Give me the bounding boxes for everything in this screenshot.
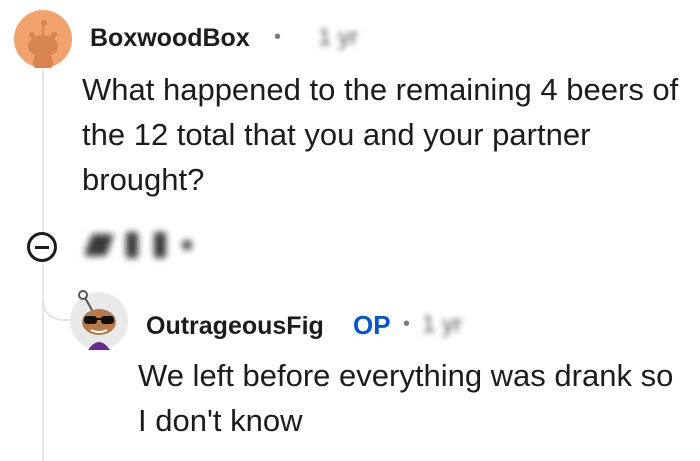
snoo-sunglasses-avatar-icon xyxy=(70,290,128,350)
user-avatar[interactable] xyxy=(14,10,72,72)
thread-line-main[interactable] xyxy=(42,70,44,461)
upvote-icon[interactable] xyxy=(83,234,115,256)
reply-meta-separator: • xyxy=(403,313,411,335)
meta-separator: • xyxy=(274,26,282,48)
snoo-avatar-icon xyxy=(14,10,72,72)
reply-user-avatar[interactable] xyxy=(70,290,128,350)
comment-username[interactable]: BoxwoodBox xyxy=(90,24,250,53)
vote-count xyxy=(126,232,138,258)
comment-body: What happened to the remaining 4 beers o… xyxy=(82,72,679,197)
comment-actions[interactable] xyxy=(83,232,192,258)
op-badge: OP xyxy=(353,310,391,340)
reply-username[interactable]: OutrageousFig xyxy=(146,312,324,341)
more-options-icon[interactable] xyxy=(182,240,192,250)
comment-timestamp: 1 yr xyxy=(318,24,359,51)
reply-timestamp: 1 yr xyxy=(422,311,463,338)
reply-body: We left before everything was drank so I… xyxy=(138,358,674,438)
collapse-minus-icon[interactable] xyxy=(27,232,57,262)
downvote-icon[interactable] xyxy=(154,232,166,258)
